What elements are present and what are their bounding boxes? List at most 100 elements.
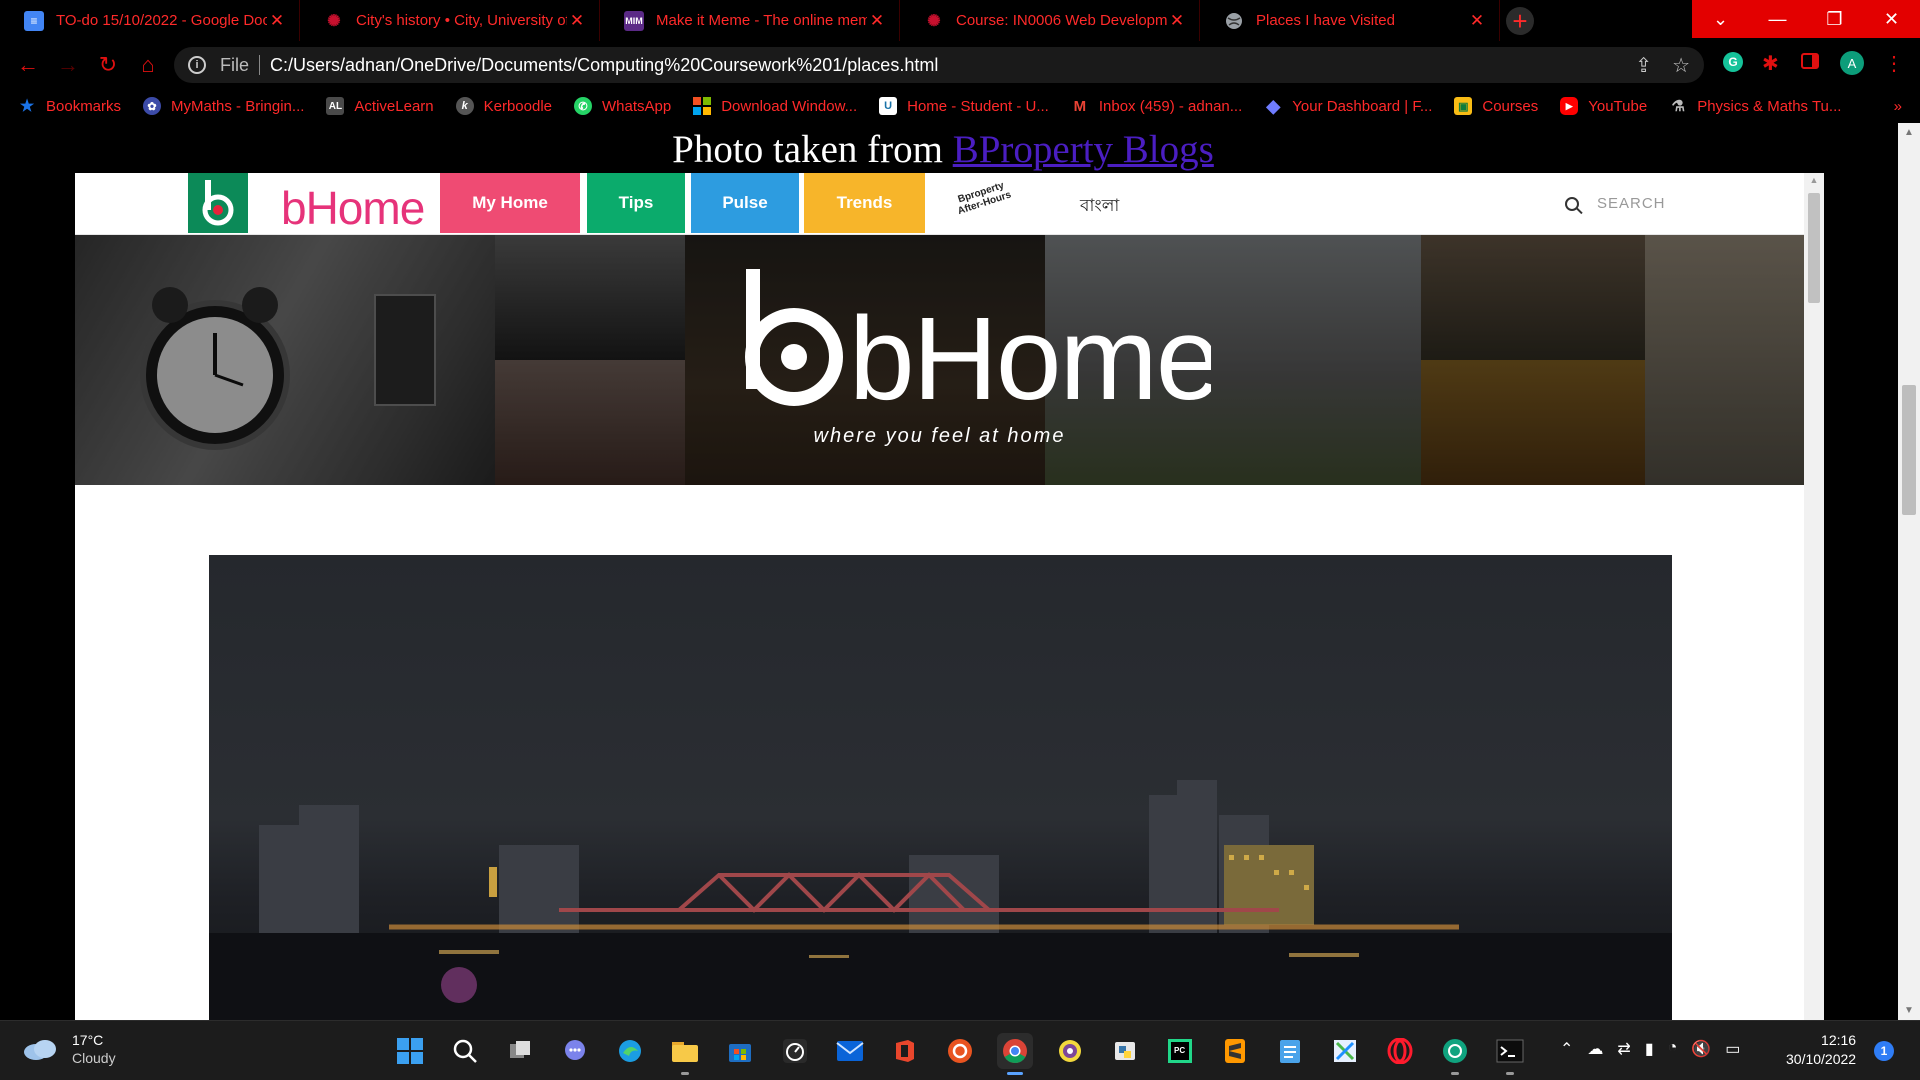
more-bookmarks-chevron[interactable]: » — [1894, 98, 1902, 115]
terminal-icon[interactable] — [1492, 1033, 1528, 1075]
edge-icon[interactable] — [612, 1033, 648, 1069]
bookmark-youtube[interactable]: ▶ YouTube — [1560, 97, 1647, 115]
chrome-icon[interactable] — [997, 1033, 1033, 1075]
bhome-banner: bHome where you feel at home — [75, 235, 1804, 485]
notification-badge[interactable]: 1 — [1874, 1041, 1894, 1061]
file-explorer-icon[interactable] — [667, 1033, 703, 1075]
nav-tips[interactable]: Tips — [587, 173, 685, 233]
windows-start-icon[interactable] — [392, 1033, 428, 1069]
close-tab-icon[interactable]: ✕ — [1167, 11, 1187, 31]
tab-places-visited[interactable]: Places I have Visited ✕ — [1200, 0, 1500, 41]
reload-button[interactable]: ↻ — [88, 45, 128, 85]
close-tab-icon[interactable]: ✕ — [567, 11, 587, 31]
tab-google-docs[interactable]: ≡ TO-do 15/10/2022 - Google Docs ✕ — [0, 0, 300, 41]
weather-condition: Cloudy — [72, 1050, 116, 1066]
url-text[interactable]: C:/Users/adnan/OneDrive/Documents/Comput… — [270, 55, 938, 76]
minimize-button[interactable]: — — [1749, 0, 1806, 38]
new-tab-button[interactable]: + — [1500, 0, 1540, 41]
scroll-up-arrow-icon[interactable]: ▲ — [1804, 175, 1824, 185]
bhome-logo-square[interactable] — [188, 173, 248, 233]
nav-my-home[interactable]: My Home — [440, 173, 580, 233]
bookmark-label: Kerboodle — [483, 97, 553, 115]
close-tab-icon[interactable]: ✕ — [267, 11, 287, 31]
bookmark-star-icon[interactable]: ☆ — [1672, 53, 1690, 78]
bhome-logo-text[interactable]: bHome — [281, 181, 425, 235]
ubuntu-icon[interactable] — [942, 1033, 978, 1069]
nav-search[interactable]: SEARCH — [1565, 195, 1666, 212]
bookmark-pmt[interactable]: ⚗ Physics & Maths Tu... — [1669, 97, 1841, 116]
sublime-icon[interactable] — [1217, 1033, 1253, 1069]
bookmark-courses[interactable]: ▣ Courses — [1454, 97, 1538, 115]
page-scroll-thumb[interactable] — [1902, 385, 1916, 515]
ms-store-icon[interactable] — [722, 1033, 758, 1069]
meter-icon[interactable]: ▮ — [1645, 1039, 1654, 1059]
close-tab-icon[interactable]: ✕ — [867, 11, 887, 31]
running-indicator — [1451, 1072, 1459, 1075]
tab-make-it-meme[interactable]: MIM Make it Meme - The online meme gener… — [600, 0, 900, 41]
tab-course-in0006[interactable]: ✺ Course: IN0006 Web Development ✕ — [900, 0, 1200, 41]
menu-kebab-icon[interactable]: ⋮ — [1884, 51, 1904, 76]
notepad-icon[interactable] — [1272, 1033, 1308, 1069]
sidebar-icon[interactable] — [1800, 51, 1820, 71]
speedometer-icon[interactable] — [777, 1033, 813, 1069]
bookmark-gmail[interactable]: M Inbox (459) - adnan... — [1071, 97, 1243, 115]
back-button[interactable]: ← — [8, 45, 48, 85]
nav-after-hours[interactable]: Bproperty After-Hours — [953, 179, 1012, 217]
bookmark-mymaths[interactable]: ✿ MyMaths - Bringin... — [143, 97, 304, 115]
bookmark-dashboard[interactable]: ◆ Your Dashboard | F... — [1264, 96, 1432, 116]
opera-icon[interactable] — [1382, 1033, 1418, 1069]
nav-trends[interactable]: Trends — [804, 173, 925, 233]
volume-muted-icon[interactable]: 🔇 — [1691, 1039, 1711, 1059]
embed-scrollbar[interactable]: ▲ ▼ — [1804, 173, 1824, 1020]
weather-widget[interactable]: 17°C Cloudy — [22, 1031, 116, 1067]
bookmark-bookmarks[interactable]: ★ Bookmarks — [18, 97, 121, 116]
restore-button[interactable]: ❐ — [1806, 0, 1863, 38]
photo-caption: Photo taken from BProperty Blogs — [0, 127, 1886, 172]
taskbar-apps: PC — [392, 1033, 1528, 1075]
nav-pulse[interactable]: Pulse — [691, 173, 799, 233]
python-icon[interactable] — [1107, 1033, 1143, 1069]
tor-icon[interactable] — [1052, 1033, 1088, 1069]
taskbar-clock[interactable]: 12:16 30/10/2022 — [1786, 1031, 1856, 1069]
embed-scroll-thumb[interactable] — [1808, 193, 1820, 303]
bookmark-kerboodle[interactable]: k Kerboodle — [455, 97, 553, 115]
chevron-up-icon[interactable]: ⌃ — [1560, 1039, 1573, 1059]
extensions-puzzle-icon[interactable]: ✱ — [1762, 51, 1779, 76]
snipping-icon[interactable] — [1327, 1033, 1363, 1069]
forward-button[interactable]: → — [48, 45, 88, 85]
bproperty-blogs-link[interactable]: BProperty Blogs — [953, 128, 1214, 171]
bookmark-activelearn[interactable]: AL ActiveLearn — [326, 97, 434, 115]
office-icon[interactable] — [887, 1033, 923, 1069]
share-icon[interactable]: ⇪ — [1635, 53, 1652, 78]
chatgpt-icon[interactable] — [1437, 1033, 1473, 1075]
battery-icon[interactable]: ▭ — [1725, 1039, 1740, 1059]
nav-bangla[interactable]: বাংলা — [1080, 193, 1119, 221]
search-icon[interactable] — [447, 1033, 483, 1069]
bookmark-label: ActiveLearn — [354, 97, 434, 115]
address-bar[interactable]: i File C:/Users/adnan/OneDrive/Documents… — [174, 47, 1704, 83]
scroll-up-arrow-icon[interactable]: ▲ — [1898, 127, 1920, 138]
tab-search-chevron-icon[interactable]: ⌄ — [1692, 0, 1749, 38]
wifi-icon[interactable]: ◔ — [1668, 1039, 1678, 1059]
task-view-icon[interactable] — [502, 1033, 538, 1069]
profile-avatar[interactable]: A — [1840, 51, 1864, 75]
running-indicator — [681, 1072, 689, 1075]
teams-chat-icon[interactable] — [557, 1033, 593, 1069]
extension-grammarly-icon[interactable]: G — [1722, 51, 1744, 73]
pycharm-icon[interactable]: PC — [1162, 1033, 1198, 1069]
close-window-button[interactable]: ✕ — [1863, 0, 1920, 38]
network-adapter-icon[interactable]: ⇄ — [1617, 1039, 1630, 1059]
bookmark-download-windows[interactable]: Download Window... — [693, 97, 857, 115]
site-info-icon[interactable]: i — [188, 56, 206, 74]
tab-city-history[interactable]: ✺ City's history • City, University of L… — [300, 0, 600, 41]
kerboodle-icon: k — [455, 97, 474, 115]
scroll-down-arrow-icon[interactable]: ▼ — [1898, 1005, 1920, 1016]
bookmark-unifrog[interactable]: U Home - Student - U... — [879, 97, 1049, 115]
onedrive-sync-icon[interactable]: ☁ — [1587, 1039, 1603, 1059]
mymaths-icon: ✿ — [143, 97, 162, 115]
mail-icon[interactable] — [832, 1033, 868, 1069]
bookmark-whatsapp[interactable]: ✆ WhatsApp — [574, 97, 671, 115]
home-button[interactable]: ⌂ — [128, 45, 168, 85]
page-scrollbar[interactable]: ▲ ▼ — [1898, 123, 1920, 1020]
close-tab-icon[interactable]: ✕ — [1467, 11, 1487, 31]
